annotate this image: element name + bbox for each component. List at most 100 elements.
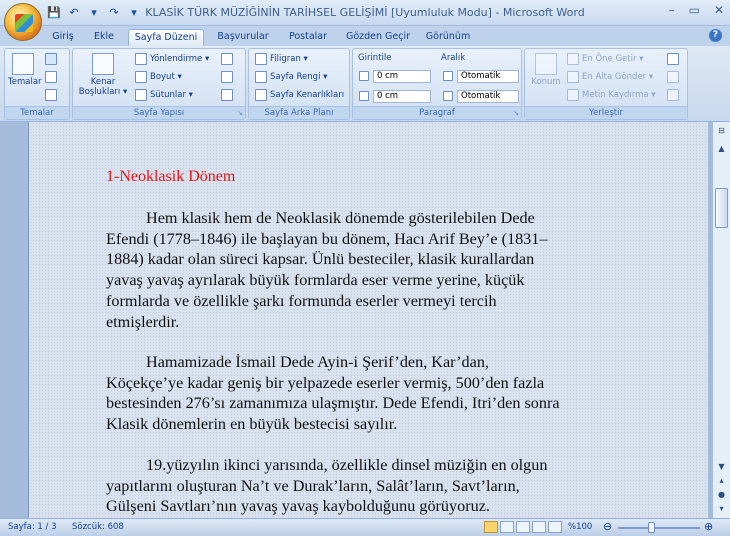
- text-line: Köçekçe’ye kadar geniş bir yelpazede ese…: [106, 373, 545, 392]
- ribbon: Temalar Temalar Kenar Boşlukları ▾ Yönle…: [0, 46, 730, 122]
- word-count[interactable]: Sözcük: 608: [72, 522, 124, 532]
- view-buttons: [484, 521, 562, 533]
- columns-label: Sütunlar ▾: [150, 90, 193, 100]
- status-bar: Sayfa: 1 / 3 Sözcük: 608 %100 ⊖ ⊕: [0, 518, 730, 536]
- text-line: Gülşeni Savtları’nın yavaş yavaş kaybold…: [106, 497, 490, 516]
- text-line: 1884) kadar olan süreci kapsar. Ünlü bes…: [106, 250, 535, 269]
- watermark-button[interactable]: Filigran ▾: [255, 53, 308, 65]
- theme-effects-button[interactable]: [45, 89, 57, 101]
- previous-page-icon[interactable]: ▴: [714, 474, 729, 488]
- orientation-icon: [135, 53, 147, 65]
- orientation-label: Yönlendirme ▾: [150, 54, 210, 64]
- theme-colors-button[interactable]: [45, 53, 57, 65]
- bring-to-front-label: En Öne Getir ▾: [582, 54, 644, 64]
- group-yerlestir: Konum En Öne Getir ▾ En Alta Gönder ▾ Me…: [524, 48, 688, 120]
- group-temalar: Temalar Temalar: [4, 48, 70, 120]
- tab-gozden-gecir[interactable]: Gözden Geçir: [342, 29, 414, 46]
- paragraph-launcher-icon[interactable]: ↘: [513, 109, 519, 117]
- tab-postalar[interactable]: Postalar: [282, 29, 334, 46]
- text-line: 19.yüzyılın ikinci yarısında, özellikle …: [146, 456, 548, 474]
- close-button[interactable]: ✕: [714, 3, 724, 17]
- zoom-slider-thumb[interactable]: [648, 522, 655, 533]
- watermark-label: Filigran ▾: [270, 54, 308, 64]
- orientation-button[interactable]: Yönlendirme ▾: [135, 53, 209, 65]
- tab-basvurular[interactable]: Başvurular: [212, 29, 274, 46]
- ruler-toggle-icon[interactable]: ⊟: [714, 124, 729, 138]
- size-icon: [135, 71, 147, 83]
- position-icon: [535, 53, 557, 75]
- paragraph-2: Hamamizade İsmail Dede Ayin-i Şerif’den,…: [106, 352, 616, 435]
- full-screen-reading-view-icon[interactable]: [500, 521, 514, 533]
- margins-button[interactable]: Kenar Boşlukları ▾: [77, 53, 129, 97]
- tab-gorunum[interactable]: Görünüm: [422, 29, 474, 46]
- spacing-before-field[interactable]: Otomatik: [457, 70, 519, 83]
- scroll-thumb[interactable]: [715, 188, 728, 228]
- zoom-in-icon[interactable]: ⊕: [704, 520, 713, 533]
- position-button[interactable]: Konum: [529, 53, 563, 87]
- text-line: bestesinden 276’sı zamanımıza ulaşmıştır…: [106, 394, 560, 413]
- page-borders-button[interactable]: Sayfa Kenarlıkları: [255, 89, 344, 101]
- line-numbers-icon: [221, 71, 233, 83]
- print-layout-view-icon[interactable]: [484, 521, 498, 533]
- page-borders-label: Sayfa Kenarlıkları: [270, 90, 345, 100]
- columns-button[interactable]: Sütunlar ▾: [135, 89, 193, 101]
- text-wrap-icon: [567, 89, 579, 101]
- web-layout-view-icon[interactable]: [516, 521, 530, 533]
- zoom-slider-track[interactable]: [618, 527, 700, 529]
- section-heading: 1-Neoklasik Dönem: [106, 168, 236, 185]
- indent-left-icon: [359, 71, 369, 81]
- theme-colors-icon: [45, 53, 57, 65]
- text-line: yavaş yavaş ayrılarak büyük formlarda es…: [106, 271, 525, 290]
- themes-button[interactable]: Temalar: [8, 53, 42, 87]
- zoom-out-icon[interactable]: ⊖: [603, 520, 612, 533]
- group-label-arka-plan: Sayfa Arka Planı: [249, 106, 349, 119]
- paragraph-1: Hem klasik hem de Neoklasik dönemde göst…: [106, 208, 616, 332]
- breaks-icon: [221, 53, 233, 65]
- browse-object-icon[interactable]: ●: [714, 488, 729, 502]
- tab-giris[interactable]: Giriş: [46, 29, 80, 46]
- theme-fonts-button[interactable]: [45, 71, 57, 83]
- paragraph-3: 19.yüzyılın ikinci yarısında, özellikle …: [106, 455, 616, 517]
- page-color-button[interactable]: Sayfa Rengi ▾: [255, 71, 327, 83]
- office-button[interactable]: [4, 3, 42, 41]
- send-to-back-label: En Alta Gönder ▾: [582, 72, 654, 82]
- next-page-icon[interactable]: ▾: [714, 502, 729, 516]
- zoom-level[interactable]: %100: [568, 522, 592, 532]
- tab-ekle[interactable]: Ekle: [88, 29, 120, 46]
- group-objects-button[interactable]: [667, 71, 679, 83]
- hyphenation-button[interactable]: [221, 89, 233, 101]
- indent-right-field[interactable]: 0 cm: [373, 90, 431, 103]
- send-to-back-button[interactable]: En Alta Gönder ▾: [567, 71, 653, 83]
- indent-left-field[interactable]: 0 cm: [373, 70, 431, 83]
- page-count[interactable]: Sayfa: 1 / 3: [8, 522, 57, 532]
- draft-view-icon[interactable]: [548, 521, 562, 533]
- spacing-after-icon: [443, 91, 453, 101]
- text-line: Efendi (1778–1846) ile başlayan bu dönem…: [106, 229, 548, 248]
- help-icon[interactable]: ?: [709, 29, 722, 42]
- outline-view-icon[interactable]: [532, 521, 546, 533]
- bring-to-front-button[interactable]: En Öne Getir ▾: [567, 53, 643, 65]
- rotate-button[interactable]: [667, 89, 679, 101]
- breaks-button[interactable]: [221, 53, 233, 65]
- group-label-paragraf: Paragraf: [353, 106, 521, 119]
- tab-sayfa-duzeni[interactable]: Sayfa Düzeni: [128, 29, 204, 46]
- align-button[interactable]: [667, 53, 679, 65]
- scroll-up-icon[interactable]: ▲: [714, 142, 729, 156]
- margins-icon: [92, 53, 114, 75]
- themes-button-label: Temalar: [8, 77, 42, 87]
- group-label-yerlestir: Yerleştir: [525, 106, 687, 119]
- theme-effects-icon: [45, 89, 57, 101]
- size-button[interactable]: Boyut ▾: [135, 71, 182, 83]
- document-page[interactable]: 1-Neoklasik Dönem Hem klasik hem de Neok…: [28, 122, 708, 518]
- watermark-icon: [255, 53, 267, 65]
- vertical-scrollbar[interactable]: ⊟ ▲ ▼ ▴ ● ▾: [712, 122, 730, 518]
- minimize-button[interactable]: –: [669, 3, 675, 17]
- page-color-icon: [255, 71, 267, 83]
- indent-heading: Girintile: [358, 53, 392, 63]
- spacing-after-field[interactable]: Otomatik: [457, 90, 519, 103]
- line-numbers-button[interactable]: [221, 71, 233, 83]
- page-setup-launcher-icon[interactable]: ↘: [237, 109, 243, 117]
- scroll-down-icon[interactable]: ▼: [714, 460, 729, 474]
- text-wrap-button[interactable]: Metin Kaydırma ▾: [567, 89, 656, 101]
- maximize-button[interactable]: ▭: [689, 3, 700, 17]
